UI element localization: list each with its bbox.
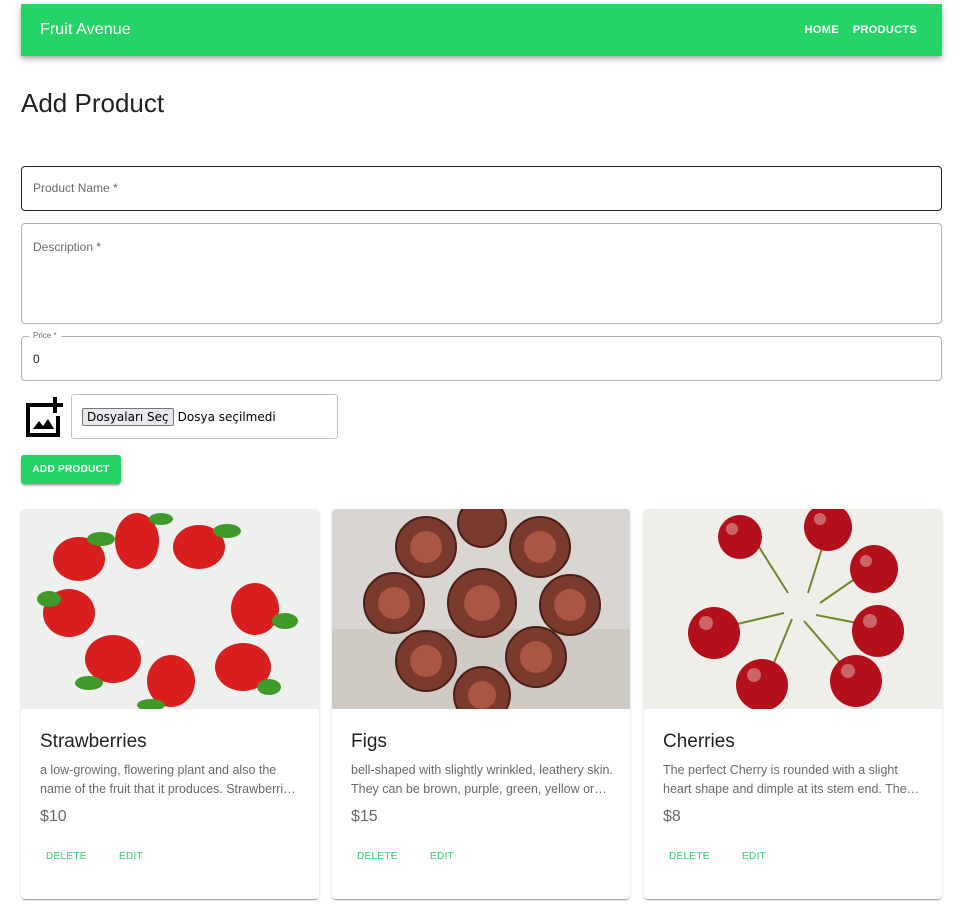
product-title: Cherries (663, 731, 735, 752)
price-label: Price * (29, 331, 61, 340)
product-image (21, 509, 319, 709)
page-title: Add Product (21, 88, 165, 118)
product-card-figs: Figs bell-shaped with slightly wrinkled,… (332, 509, 630, 899)
product-price: $10 (40, 808, 67, 825)
product-title: Figs (351, 731, 387, 752)
product-description: a low-growing, flowering plant and also … (40, 763, 297, 796)
nav-products-link[interactable]: PRODUCTS (853, 24, 917, 36)
app-bar: Fruit Avenue HOME PRODUCTS (21, 4, 942, 56)
edit-button[interactable]: EDIT (430, 851, 454, 862)
product-title: Strawberries (40, 731, 147, 752)
choose-files-button[interactable]: Dosyaları Seç (82, 407, 174, 426)
product-price: $8 (663, 808, 681, 825)
file-input[interactable]: Dosyaları Seç Dosya seçilmedi (71, 394, 338, 439)
product-card-cherries: Cherries The perfect Cherry is rounded w… (644, 509, 942, 899)
add-photo-icon[interactable] (23, 395, 65, 437)
brand-title[interactable]: Fruit Avenue (40, 21, 131, 39)
description-label: Description * (33, 240, 102, 254)
edit-button[interactable]: EDIT (742, 851, 766, 862)
delete-button[interactable]: DELETE (46, 851, 87, 862)
product-name-label: Product Name * (33, 181, 118, 195)
delete-button[interactable]: DELETE (357, 851, 398, 862)
price-value: 0 (33, 352, 40, 366)
delete-button[interactable]: DELETE (669, 851, 710, 862)
product-image (332, 509, 630, 709)
product-price: $15 (351, 808, 378, 825)
product-description: The perfect Cherry is rounded with a sli… (663, 763, 907, 796)
top-nav: HOME PRODUCTS (805, 24, 917, 36)
product-card-strawberries: Strawberries a low-growing, flowering pl… (21, 509, 319, 899)
product-name-field[interactable]: Product Name * (21, 166, 942, 211)
edit-button[interactable]: EDIT (119, 851, 143, 862)
nav-home-link[interactable]: HOME (805, 24, 839, 36)
price-field[interactable]: Price * 0 (21, 331, 942, 381)
product-image (644, 509, 942, 709)
description-field[interactable]: Description * (21, 223, 942, 324)
file-status: Dosya seçilmedi (177, 409, 276, 424)
product-description: bell-shaped with slightly wrinkled, leat… (351, 763, 613, 796)
add-product-button[interactable]: ADD PRODUCT (21, 455, 121, 484)
